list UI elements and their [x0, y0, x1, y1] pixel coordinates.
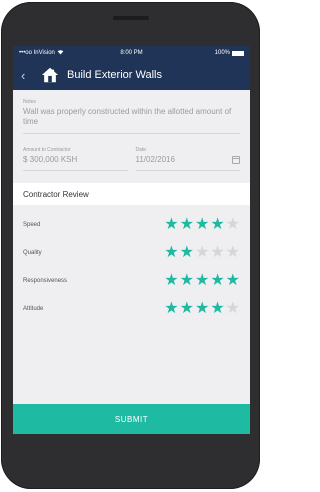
rating-row: Attitude ★ ★ ★ ★ ★: [23, 295, 240, 323]
date-field[interactable]: 11/02/2016: [135, 155, 240, 171]
star-filled-icon[interactable]: ★: [210, 273, 224, 289]
star-rating[interactable]: ★ ★ ★ ★ ★: [164, 301, 240, 317]
star-filled-icon[interactable]: ★: [195, 273, 209, 289]
phone-earpiece: [113, 16, 149, 20]
amount-label: Amount to Contractor: [23, 147, 71, 153]
date-label: Date: [135, 147, 147, 153]
star-filled-icon[interactable]: ★: [210, 217, 224, 233]
status-bar: •••oo InVision 8:00 PM 100%: [13, 46, 250, 60]
star-filled-icon[interactable]: ★: [195, 301, 209, 317]
star-filled-icon[interactable]: ★: [180, 217, 194, 233]
phone-chin: [13, 438, 250, 482]
notes-field[interactable]: Wall was properly constructed within the…: [23, 107, 240, 134]
rating-label: Attitude: [23, 306, 44, 312]
date-value: 11/02/2016: [135, 155, 175, 164]
star-filled-icon[interactable]: ★: [210, 301, 224, 317]
rating-label: Quality: [23, 250, 42, 256]
star-filled-icon[interactable]: ★: [180, 245, 194, 261]
star-filled-icon[interactable]: ★: [180, 301, 194, 317]
star-empty-icon[interactable]: ★: [226, 245, 240, 261]
amount-field[interactable]: $ 300,000 KSH: [23, 155, 128, 171]
star-filled-icon[interactable]: ★: [180, 273, 194, 289]
battery-icon: [232, 50, 244, 56]
star-filled-icon[interactable]: ★: [226, 273, 240, 289]
star-filled-icon[interactable]: ★: [164, 245, 178, 261]
star-rating[interactable]: ★ ★ ★ ★ ★: [164, 245, 240, 261]
rating-label: Speed: [23, 222, 41, 228]
star-rating[interactable]: ★ ★ ★ ★ ★: [164, 273, 240, 289]
star-filled-icon[interactable]: ★: [164, 273, 178, 289]
app-screen: •••oo InVision 8:00 PM 100% ‹ Build Exte…: [13, 46, 250, 434]
rating-row: Quality ★ ★ ★ ★ ★: [23, 239, 240, 267]
star-filled-icon[interactable]: ★: [195, 217, 209, 233]
nav-bar: ‹ Build Exterior Walls: [13, 60, 250, 90]
star-empty-icon[interactable]: ★: [210, 245, 224, 261]
star-filled-icon[interactable]: ★: [164, 301, 178, 317]
status-time: 8:00 PM: [120, 50, 143, 56]
star-empty-icon[interactable]: ★: [195, 245, 209, 261]
amount-value: $ 300,000 KSH: [23, 155, 78, 164]
star-empty-icon[interactable]: ★: [226, 301, 240, 317]
phone-frame: •••oo InVision 8:00 PM 100% ‹ Build Exte…: [1, 2, 260, 489]
rating-label: Responsiveness: [23, 278, 68, 284]
rating-row: Responsiveness ★ ★ ★ ★ ★: [23, 267, 240, 295]
ratings-list: Speed ★ ★ ★ ★ ★ Quality ★ ★ ★ ★ ★ Responsiveness ★ ★ ★ ★…: [13, 205, 250, 329]
notes-label: Notes: [23, 99, 37, 105]
review-section-header: Contractor Review: [13, 183, 250, 205]
calendar-icon[interactable]: [232, 155, 240, 164]
job-details-form: Notes Wall was properly constructed with…: [13, 90, 250, 171]
page-title: Build Exterior Walls: [67, 69, 162, 81]
house-icon: [41, 66, 59, 84]
submit-button[interactable]: SUBMIT: [13, 404, 250, 434]
star-empty-icon[interactable]: ★: [226, 217, 240, 233]
rating-row: Speed ★ ★ ★ ★ ★: [23, 211, 240, 239]
star-rating[interactable]: ★ ★ ★ ★ ★: [164, 217, 240, 233]
chevron-left-icon[interactable]: ‹: [21, 68, 33, 83]
star-filled-icon[interactable]: ★: [164, 217, 178, 233]
